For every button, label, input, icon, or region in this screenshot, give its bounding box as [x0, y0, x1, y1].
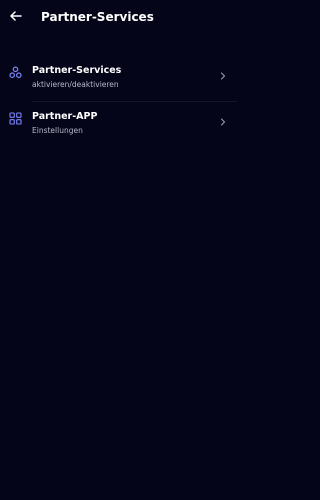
chevron-right-icon	[220, 118, 226, 126]
item-title: Partner-Services	[32, 65, 122, 76]
item-subtitle: Einstellungen	[32, 126, 83, 135]
back-button[interactable]	[6, 6, 26, 26]
screen: Partner-Services Partner-Services aktivi…	[0, 0, 237, 500]
item-title: Partner-APP	[32, 111, 98, 122]
list-item-partner-app[interactable]: Partner-APP Einstellungen	[0, 102, 237, 148]
services-cluster-icon	[8, 65, 23, 80]
item-subtitle: aktivieren/deaktivieren	[32, 80, 119, 89]
app-bar: Partner-Services	[0, 0, 237, 34]
settings-list: Partner-Services aktivieren/deaktivieren…	[0, 56, 237, 148]
chevron-right-icon	[220, 72, 226, 80]
list-item-partner-services[interactable]: Partner-Services aktivieren/deaktivieren	[0, 56, 237, 102]
arrow-left-icon	[10, 11, 22, 21]
page-title: Partner-Services	[41, 10, 154, 24]
app-grid-icon	[8, 111, 23, 126]
